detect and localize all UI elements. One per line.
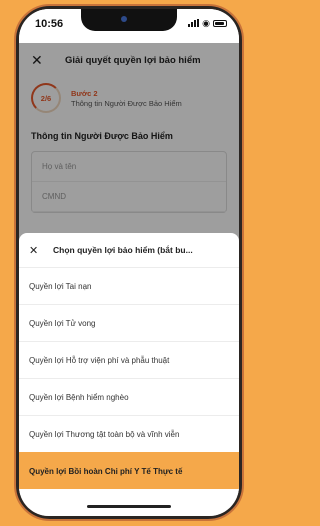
option-critical-illness[interactable]: Quyền lợi Bệnh hiểm nghèo (19, 378, 239, 415)
notch (81, 9, 177, 31)
wifi-icon: ◉ (202, 18, 210, 28)
option-medical-reimbursement[interactable]: Quyền lợi Bồi hoàn Chi phí Y Tế Thực tế (19, 452, 239, 489)
signal-icon (188, 19, 200, 27)
battery-icon (213, 19, 227, 27)
close-icon[interactable]: ✕ (29, 244, 43, 257)
sheet-title: Chọn quyền lợi bảo hiểm (bắt bu... (53, 245, 193, 255)
option-total-permanent-disability[interactable]: Quyền lợi Thương tật toàn bộ và vĩnh viễ… (19, 415, 239, 452)
benefit-picker-sheet: ✕ Chọn quyền lợi bảo hiểm (bắt bu... Quy… (19, 233, 239, 516)
status-time: 10:56 (35, 18, 64, 30)
option-death[interactable]: Quyền lợi Tử vong (19, 304, 239, 341)
claim-page: ✕ Giải quyết quyền lợi bảo hiểm 2/6 Bước… (19, 43, 239, 516)
home-indicator (87, 505, 171, 508)
phone-screen: 10:56 ◉ ✕ Giải quyết quyền lợi bảo hiểm … (19, 9, 239, 516)
option-hospital-surgery[interactable]: Quyền lợi Hỗ trợ viện phí và phẫu thuật (19, 341, 239, 378)
camera-icon (121, 16, 127, 22)
option-accident[interactable]: Quyền lợi Tai nạn (19, 267, 239, 304)
sheet-header: ✕ Chọn quyền lợi bảo hiểm (bắt bu... (19, 233, 239, 267)
status-bar: 10:56 ◉ (19, 9, 239, 43)
status-icons: ◉ (188, 18, 227, 28)
